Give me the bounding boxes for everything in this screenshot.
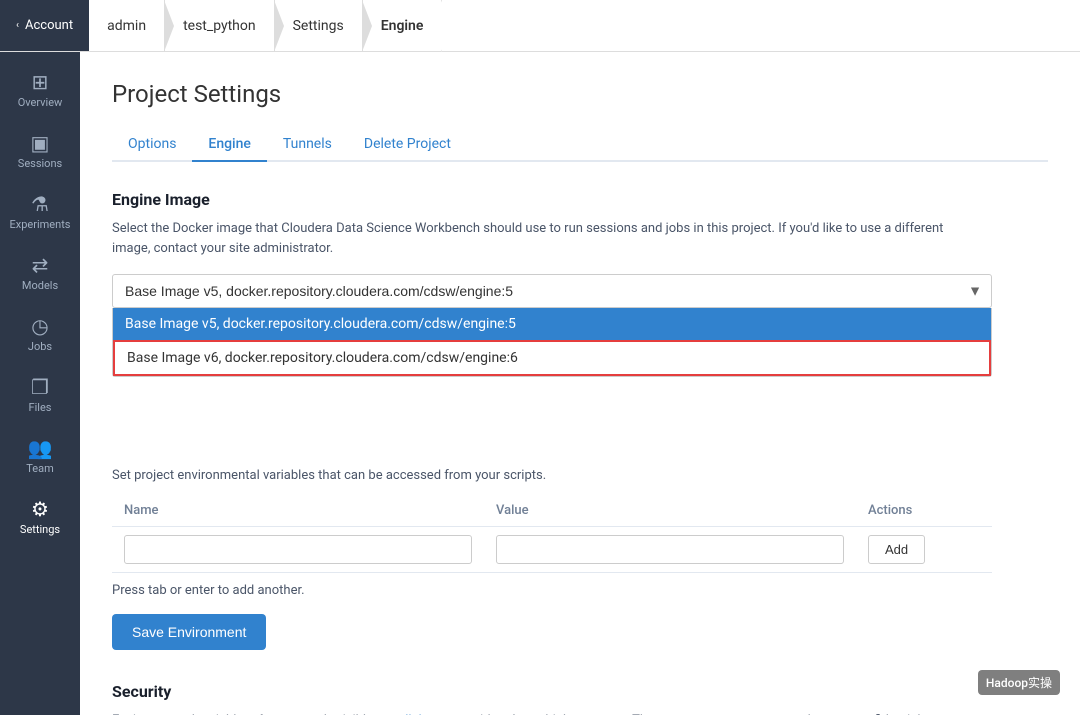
files-icon: ❐ (31, 377, 49, 397)
sidebar-item-jobs[interactable]: ◷ Jobs (0, 304, 80, 365)
security-section-title: Security (112, 682, 1048, 701)
tabs: Options Engine Tunnels Delete Project (112, 128, 1048, 162)
chevron-left-icon: ‹ (16, 20, 19, 31)
sidebar-item-team[interactable]: 👥 Team (0, 426, 80, 487)
content-area: Project Settings Options Engine Tunnels … (80, 52, 1080, 715)
sidebar-item-sessions[interactable]: ▣ Sessions (0, 121, 80, 182)
env-actions-cell: Add (856, 527, 992, 573)
env-value-cell (484, 527, 856, 573)
watermark: Hadoop实操 (978, 670, 1060, 695)
col-actions: Actions (856, 495, 992, 527)
env-name-cell (112, 527, 484, 573)
save-environment-button[interactable]: Save Environment (112, 614, 266, 650)
breadcrumb-engine[interactable]: Engine (363, 0, 443, 51)
env-vars-section: Set project environmental variables that… (112, 468, 1048, 650)
sidebar-item-models[interactable]: ⇄ Models (0, 243, 80, 304)
sidebar-label-experiments: Experiments (10, 218, 71, 231)
env-table-row: Add (112, 527, 992, 573)
dropdown-option-v6[interactable]: Base Image v6, docker.repository.clouder… (113, 340, 991, 376)
team-icon: 👥 (28, 438, 53, 458)
breadcrumbs: admin test_python Settings Engine (89, 0, 442, 51)
press-hint: Press tab or enter to add another. (112, 583, 1048, 598)
sidebar-item-experiments[interactable]: ⚗ Experiments (0, 182, 80, 243)
sidebar-label-sessions: Sessions (18, 157, 62, 170)
account-button[interactable]: ‹ Account (0, 0, 89, 51)
sidebar-label-files: Files (29, 401, 52, 414)
engine-image-section: Engine Image Select the Docker image tha… (112, 190, 1048, 308)
overview-icon: ⊞ (32, 72, 49, 92)
env-section-desc: Set project environmental variables that… (112, 468, 1048, 483)
env-vars-table: Name Value Actions (112, 495, 992, 573)
settings-icon: ⚙ (31, 499, 49, 519)
tab-engine[interactable]: Engine (192, 128, 267, 162)
page-title: Project Settings (112, 80, 1048, 108)
breadcrumb-settings[interactable]: Settings (275, 0, 363, 51)
col-name: Name (112, 495, 484, 527)
security-section: Security Environmental variable values a… (112, 682, 1048, 715)
dropdown-option-v5[interactable]: Base Image v5, docker.repository.clouder… (113, 308, 991, 340)
jobs-icon: ◷ (31, 316, 48, 336)
env-name-input[interactable] (124, 535, 472, 564)
add-env-button[interactable]: Add (868, 535, 925, 564)
sidebar-label-team: Team (26, 462, 54, 475)
sidebar: ⊞ Overview ▣ Sessions ⚗ Experiments ⇄ Mo… (0, 52, 80, 715)
breadcrumb-admin[interactable]: admin (89, 0, 165, 51)
col-value: Value (484, 495, 856, 527)
sidebar-label-models: Models (22, 279, 58, 292)
dropdown-options-list: Base Image v5, docker.repository.clouder… (112, 308, 992, 377)
sidebar-item-settings[interactable]: ⚙ Settings (0, 487, 80, 548)
tab-tunnels[interactable]: Tunnels (267, 128, 348, 162)
engine-section-title: Engine Image (112, 190, 1048, 209)
engine-section-desc: Select the Docker image that Cloudera Da… (112, 219, 972, 258)
models-icon: ⇄ (32, 255, 49, 275)
sidebar-item-files[interactable]: ❐ Files (0, 365, 80, 426)
sessions-icon: ▣ (31, 133, 50, 153)
tab-delete-project[interactable]: Delete Project (348, 128, 467, 162)
experiments-icon: ⚗ (31, 194, 49, 214)
sidebar-item-overview[interactable]: ⊞ Overview (0, 60, 80, 121)
account-label: Account (25, 18, 73, 33)
sidebar-label-overview: Overview (18, 96, 63, 109)
tab-options[interactable]: Options (112, 128, 192, 162)
engine-image-dropdown[interactable]: Base Image v5, docker.repository.clouder… (112, 274, 992, 308)
sidebar-label-settings: Settings (20, 523, 60, 536)
engine-image-dropdown-wrapper: Base Image v5, docker.repository.clouder… (112, 274, 992, 308)
main-layout: ⊞ Overview ▣ Sessions ⚗ Experiments ⇄ Mo… (0, 52, 1080, 715)
env-value-input[interactable] (496, 535, 844, 564)
security-section-desc: Environmental variable values are only v… (112, 711, 972, 715)
top-bar: ‹ Account admin test_python Settings Eng… (0, 0, 1080, 52)
sidebar-label-jobs: Jobs (28, 340, 52, 353)
breadcrumb-test-python[interactable]: test_python (165, 0, 275, 51)
